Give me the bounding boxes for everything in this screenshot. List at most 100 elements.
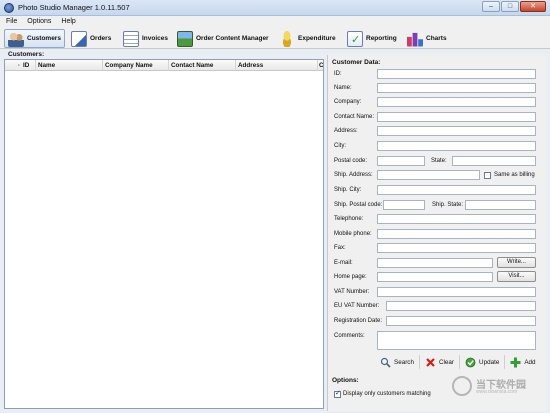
ship-address-field[interactable] bbox=[377, 170, 480, 180]
column-divider[interactable] bbox=[102, 60, 103, 71]
ship-city-field[interactable] bbox=[377, 185, 536, 195]
clear-icon bbox=[425, 357, 436, 368]
minimize-button[interactable]: – bbox=[482, 1, 500, 12]
reporting-button[interactable]: ✓ Reporting bbox=[344, 29, 400, 48]
comments-field[interactable] bbox=[377, 331, 536, 350]
reporting-label: Reporting bbox=[366, 35, 397, 42]
customer-actions: Search Clear Update Add bbox=[375, 355, 541, 369]
column-header-contact-name[interactable]: Contact Name bbox=[171, 62, 213, 69]
ship-city-label: Ship. City: bbox=[334, 187, 362, 193]
name-label: Name: bbox=[334, 85, 352, 91]
registration-date-field[interactable] bbox=[386, 316, 536, 326]
invoices-button[interactable]: Invoices bbox=[120, 29, 171, 48]
company-field[interactable] bbox=[377, 97, 536, 107]
add-icon bbox=[510, 357, 521, 368]
mobile-phone-field[interactable] bbox=[377, 229, 536, 239]
ship-state-field[interactable] bbox=[465, 200, 536, 210]
eu-vat-number-field[interactable] bbox=[386, 301, 536, 311]
same-as-billing-checkbox[interactable] bbox=[484, 172, 491, 179]
postal-code-label: Postal code: bbox=[334, 158, 368, 164]
expenditure-button[interactable]: Expenditure bbox=[276, 29, 339, 48]
title-bar: Photo Studio Manager 1.0.11.507 – □ ✕ bbox=[0, 0, 550, 16]
update-label: Update bbox=[479, 358, 500, 366]
address-field[interactable] bbox=[377, 126, 536, 136]
vat-number-field[interactable] bbox=[377, 287, 536, 297]
address-label: Address: bbox=[334, 128, 358, 134]
update-icon bbox=[465, 357, 476, 368]
city-field[interactable] bbox=[377, 141, 536, 151]
column-header-company-name[interactable]: Company Name bbox=[105, 62, 153, 69]
orders-label: Orders bbox=[90, 35, 112, 42]
expenditure-label: Expenditure bbox=[298, 35, 336, 42]
menu-options[interactable]: Options bbox=[27, 16, 51, 28]
comments-label: Comments: bbox=[334, 333, 365, 339]
same-as-billing-label: Same as billing bbox=[494, 172, 535, 178]
menu-help[interactable]: Help bbox=[61, 16, 75, 28]
company-label: Company: bbox=[334, 99, 362, 105]
display-only-matching-checkbox[interactable] bbox=[334, 389, 341, 398]
close-button[interactable]: ✕ bbox=[520, 1, 546, 12]
telephone-label: Telephone: bbox=[334, 216, 364, 222]
options-label: Options: bbox=[332, 377, 359, 384]
search-icon bbox=[380, 357, 391, 368]
maximize-button[interactable]: □ bbox=[501, 1, 519, 12]
watermark-logo-icon bbox=[452, 376, 472, 396]
id-label: ID: bbox=[334, 71, 342, 77]
invoices-icon bbox=[123, 30, 139, 47]
registration-date-label: Registration Date: bbox=[334, 318, 383, 324]
id-field[interactable] bbox=[377, 69, 536, 79]
ship-postal-code-label: Ship. Postal code: bbox=[334, 202, 383, 208]
order-content-manager-label: Order Content Manager bbox=[196, 35, 269, 42]
visit-home-page-button[interactable]: Visit... bbox=[497, 271, 536, 282]
ship-state-label: Ship. State: bbox=[432, 202, 464, 208]
customers-list-label: Customers: bbox=[8, 51, 45, 58]
coins-icon bbox=[279, 30, 295, 47]
menu-bar: File Options Help bbox=[0, 16, 550, 28]
email-label: E-mail: bbox=[334, 260, 353, 266]
email-field[interactable] bbox=[377, 258, 493, 268]
column-header-address[interactable]: Address bbox=[238, 62, 263, 69]
customers-grid[interactable]: · ID Name Company Name Contact Name Addr… bbox=[4, 59, 324, 409]
order-content-manager-button[interactable]: Order Content Manager bbox=[174, 29, 272, 48]
invoices-label: Invoices bbox=[142, 35, 169, 42]
column-header-name[interactable]: Name bbox=[38, 62, 55, 69]
state-label: State: bbox=[431, 158, 447, 164]
state-field[interactable] bbox=[452, 156, 536, 166]
contact-name-field[interactable] bbox=[377, 112, 536, 122]
orders-icon bbox=[71, 30, 87, 47]
name-field[interactable] bbox=[377, 83, 536, 93]
column-header-c[interactable]: C bbox=[319, 62, 323, 69]
customer-data-header: Customer Data: bbox=[332, 59, 381, 66]
window-controls: – □ ✕ bbox=[482, 1, 546, 12]
write-email-button[interactable]: Write... bbox=[497, 257, 536, 268]
main-toolbar: Customers Orders Invoices Order Content … bbox=[0, 28, 550, 49]
city-label: City: bbox=[334, 143, 346, 149]
fax-field[interactable] bbox=[377, 243, 536, 253]
column-header-id[interactable]: ID bbox=[23, 62, 29, 69]
postal-code-field[interactable] bbox=[377, 156, 425, 166]
home-page-field[interactable] bbox=[377, 272, 493, 282]
telephone-field[interactable] bbox=[377, 214, 536, 224]
add-button[interactable]: Add bbox=[505, 355, 540, 369]
report-check-icon: ✓ bbox=[347, 30, 363, 47]
app-logo-icon bbox=[4, 3, 14, 13]
home-page-label: Home page: bbox=[334, 274, 367, 280]
menu-file[interactable]: File bbox=[6, 16, 17, 28]
customers-button[interactable]: Customers bbox=[4, 29, 65, 48]
column-divider[interactable] bbox=[168, 60, 169, 71]
orders-button[interactable]: Orders bbox=[68, 29, 114, 48]
column-divider[interactable] bbox=[35, 60, 36, 71]
update-button[interactable]: Update bbox=[460, 355, 506, 369]
ship-postal-code-field[interactable] bbox=[383, 200, 425, 210]
picture-icon bbox=[177, 30, 193, 47]
customers-grid-header: · ID Name Company Name Contact Name Addr… bbox=[5, 60, 323, 71]
column-divider[interactable] bbox=[317, 60, 318, 71]
customers-icon bbox=[8, 30, 24, 47]
charts-button[interactable]: Charts bbox=[404, 29, 450, 48]
search-button[interactable]: Search bbox=[375, 355, 420, 369]
customers-label: Customers bbox=[27, 35, 61, 42]
clear-button[interactable]: Clear bbox=[420, 355, 461, 369]
mobile-phone-label: Mobile phone: bbox=[334, 231, 372, 237]
column-divider[interactable] bbox=[235, 60, 236, 71]
vat-number-label: VAT Number: bbox=[334, 289, 370, 295]
